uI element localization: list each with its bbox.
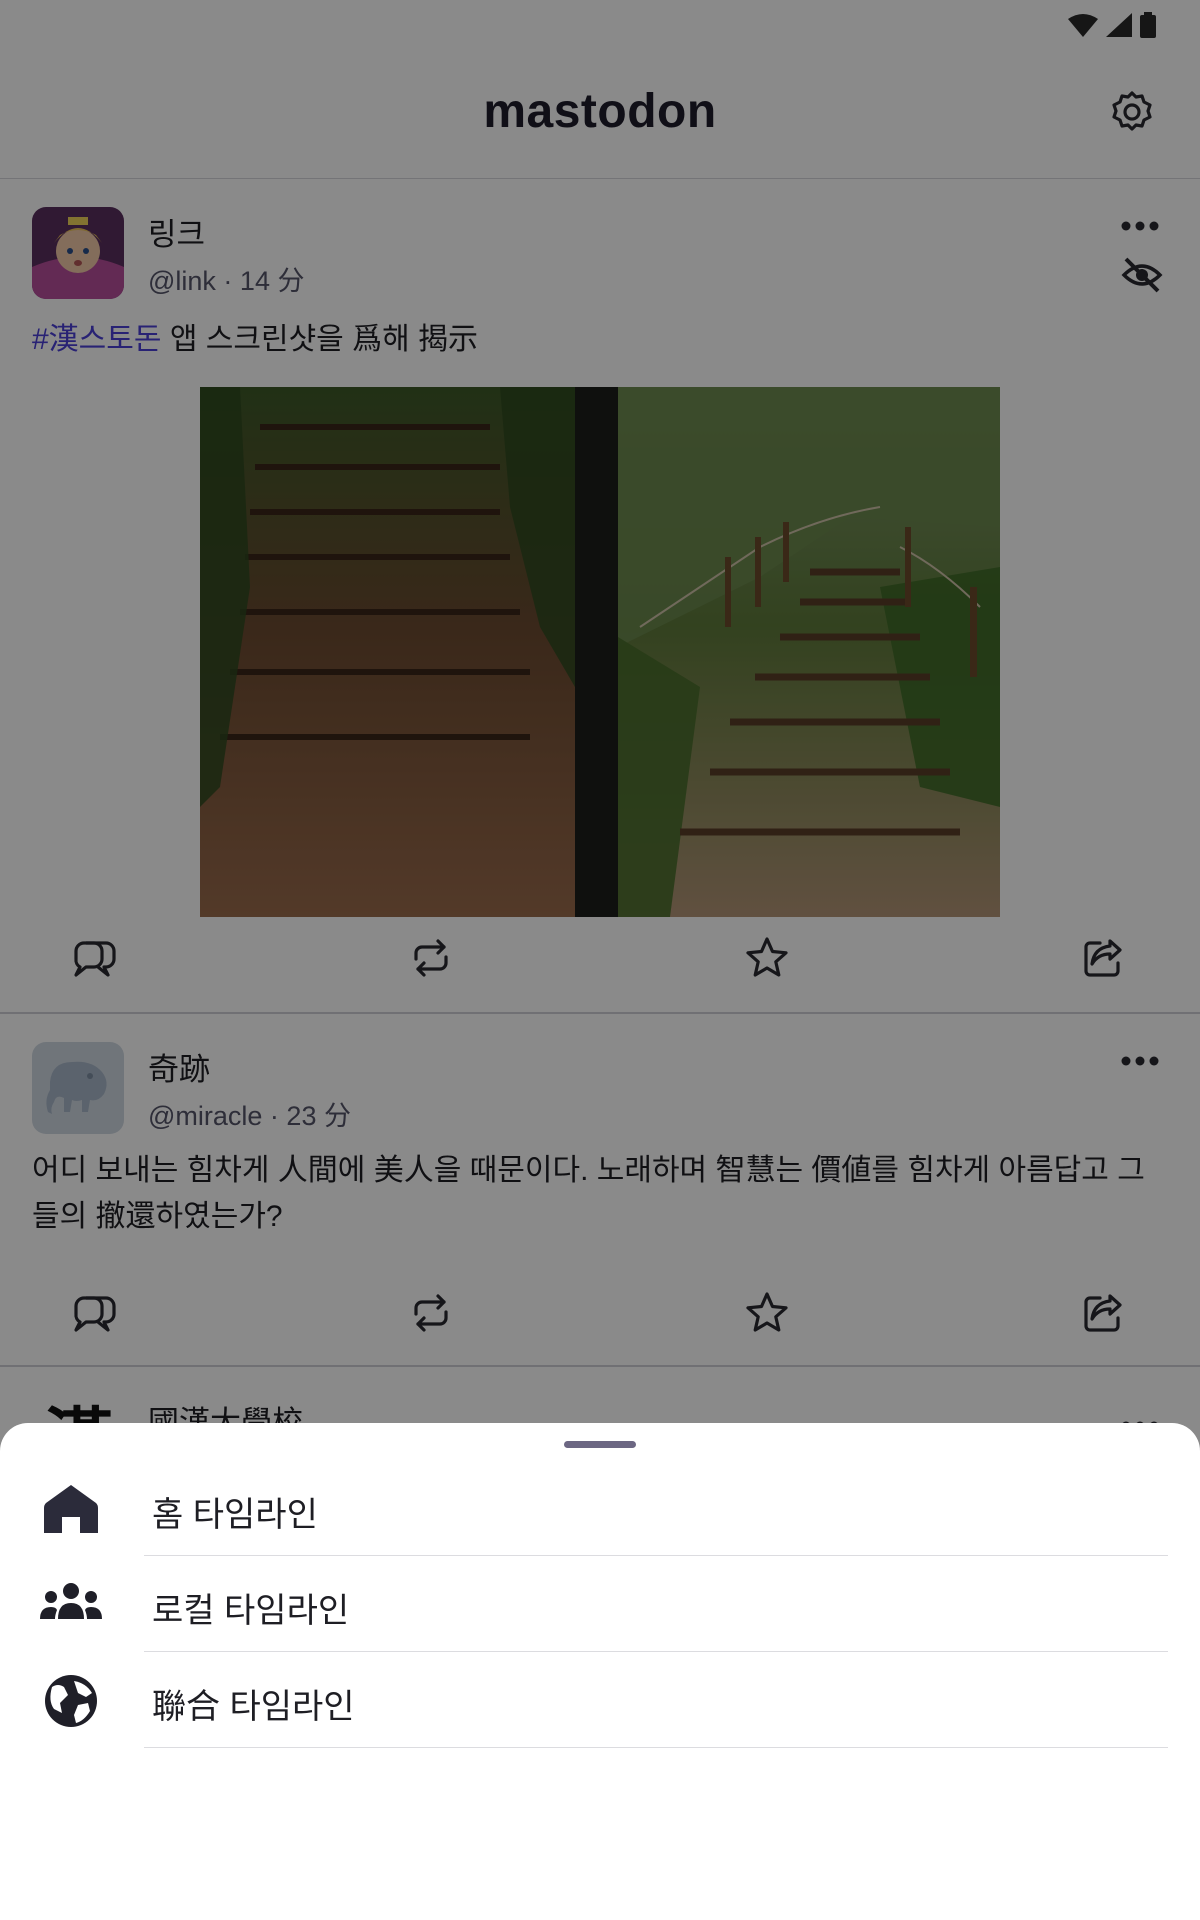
group-icon xyxy=(40,1583,102,1619)
sheet-item-local-timeline[interactable]: 로컬 타임라인 xyxy=(0,1557,1200,1652)
sheet-item-label: 로컬 타임라인 xyxy=(152,1592,350,1630)
sheet-item-label: 聯合 타임라인 xyxy=(152,1688,355,1726)
divider xyxy=(144,1651,1168,1652)
sheet-item-label: 홈 타임라인 xyxy=(152,1496,318,1534)
home-icon xyxy=(44,1485,98,1533)
globe-icon xyxy=(45,1675,97,1727)
divider xyxy=(144,1555,1168,1556)
divider xyxy=(144,1747,1168,1748)
drag-handle[interactable] xyxy=(564,1441,636,1448)
sheet-item-federated-timeline[interactable]: 聯合 타임라인 xyxy=(0,1653,1200,1748)
timeline-selector-sheet: 홈 타임라인 로컬 타임라인 聯合 타임라인 xyxy=(0,1423,1200,1920)
sheet-item-home-timeline[interactable]: 홈 타임라인 xyxy=(0,1461,1200,1556)
